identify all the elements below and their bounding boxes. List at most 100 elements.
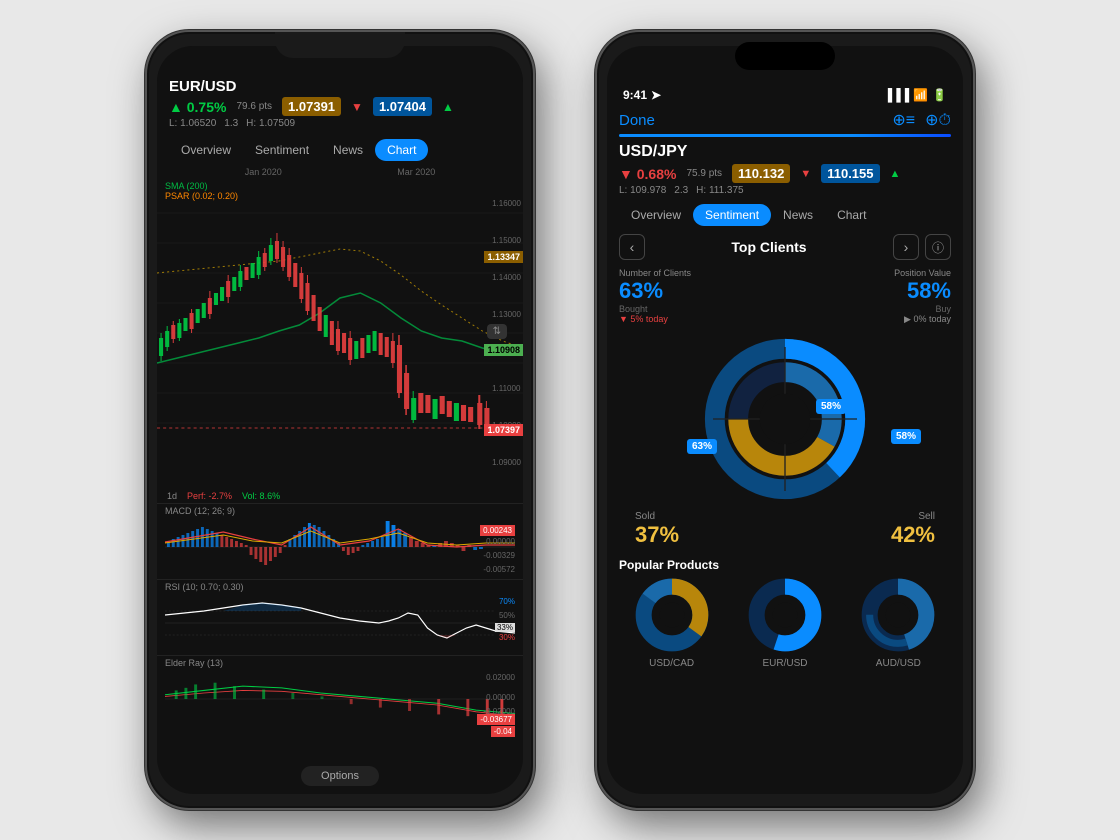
- elder-val2: -0.04: [491, 726, 515, 737]
- p2-spread: 2.3: [674, 185, 688, 196]
- rsi-30: 30%: [499, 633, 515, 642]
- p2-high: H: 111.375: [696, 185, 743, 196]
- rsi-50: 50%: [499, 611, 515, 620]
- sold-pct: 37%: [635, 522, 679, 548]
- p1-macd: MACD (12; 26; 9): [157, 503, 523, 579]
- options-button[interactable]: Options: [301, 766, 379, 786]
- p2-ask-price: 110.155: [821, 164, 879, 183]
- p1-chart-dates: Jan 2020 Mar 2020: [157, 165, 523, 179]
- nav-next-button[interactable]: ›: [893, 234, 919, 260]
- rsi-title: RSI (10; 0.70; 0.30): [165, 582, 515, 592]
- popular-item-1[interactable]: EUR/USD: [746, 576, 824, 669]
- p1-ticker: EUR/USD: [169, 78, 511, 95]
- price-tag-red: 1.07397: [484, 424, 523, 436]
- p2-time: 9:41: [623, 88, 647, 102]
- tab-p2-overview[interactable]: Overview: [619, 204, 693, 226]
- popular-donut-1: [746, 576, 824, 654]
- p2-top-bar: Done ⊕≡ ⊕⏱: [607, 106, 963, 134]
- p2-donut-section: Number of Clients 63% Bought ▼ 5% today …: [607, 264, 963, 552]
- p1-pts: 79.6 pts: [236, 101, 272, 112]
- tab-news[interactable]: News: [321, 139, 375, 161]
- macd-zero: 0.00000: [486, 537, 515, 546]
- rsi-70: 70%: [499, 597, 515, 606]
- chart-date-1: Jan 2020: [245, 167, 282, 177]
- tab-overview[interactable]: Overview: [169, 139, 243, 161]
- donut-label-63: 63%: [687, 439, 717, 454]
- tab-p2-sentiment[interactable]: Sentiment: [693, 204, 771, 226]
- phone-2-content: 9:41 ➤ ▐▐▐ 📶 🔋 Done ⊕≡ ⊕⏱: [607, 46, 963, 794]
- list-add-icon[interactable]: ⊕≡: [892, 110, 915, 130]
- macd-neg1: -0.00329: [483, 551, 515, 560]
- donut-label-58-outer: 58%: [891, 429, 921, 444]
- signal-icon: ▐▐▐: [884, 88, 910, 102]
- p1-perf: Perf: -2.7%: [187, 491, 232, 501]
- p2-sentiment-nav: ‹ Top Clients › ⓘ: [607, 230, 963, 264]
- bought-sublabel: Bought: [619, 304, 691, 314]
- battery-icon: 🔋: [932, 88, 947, 102]
- location-icon: ➤: [651, 88, 661, 102]
- phone-1-content: EUR/USD ▲ 0.75% 79.6 pts 1.07391 ▼ 1.074…: [157, 46, 523, 794]
- popular-donut-0: [633, 576, 711, 654]
- p2-status-icons: ▐▐▐ 📶 🔋: [884, 88, 947, 102]
- phone-1-screen: EUR/USD ▲ 0.75% 79.6 pts 1.07391 ▼ 1.074…: [157, 46, 523, 794]
- p2-sell-group: Sell 42%: [891, 511, 935, 548]
- p2-status-time-group: 9:41 ➤: [623, 88, 661, 102]
- price-tag-gold: 1.13347: [484, 251, 523, 263]
- p2-price-row: ▼ 0.68% 75.9 pts 110.132 ▼ 110.155 ▲: [619, 164, 951, 183]
- done-button[interactable]: Done: [619, 112, 655, 129]
- popular-label-2: AUD/USD: [876, 658, 921, 669]
- rsi-chart: 70% 50% 33% 30%: [165, 593, 515, 653]
- p1-chart-labels: SMA (200) PSAR (0.02; 0.20): [165, 181, 238, 201]
- buy-pct: 58%: [894, 278, 951, 304]
- p1-period-row: 1d Perf: -2.7% Vol: 8.6%: [157, 489, 523, 503]
- wifi-icon: 📶: [913, 88, 928, 102]
- p2-bottom-stats: Sold 37% Sell 42%: [619, 511, 951, 548]
- donut-label-58-inner: 58%: [816, 399, 846, 414]
- p1-rsi: RSI (10; 0.70; 0.30): [157, 579, 523, 655]
- macd-svg: [165, 517, 515, 577]
- psar-label: PSAR (0.02; 0.20): [165, 191, 238, 201]
- sell-label: Sell: [891, 511, 935, 522]
- tab-p2-news[interactable]: News: [771, 204, 825, 226]
- p2-stat-position: Position Value 58% Buy ▶ 0% today: [894, 268, 951, 325]
- clock-add-icon[interactable]: ⊕⏱: [925, 110, 951, 130]
- macd-chart: 0.00243 0.00000 -0.00329 -0.00572: [165, 517, 515, 577]
- sell-pct: 42%: [891, 522, 935, 548]
- tab-sentiment[interactable]: Sentiment: [243, 139, 321, 161]
- elder-chart: 0.02000 0.00000 -0.02000 -0.03677 -0.04: [165, 669, 515, 739]
- p1-spread: 1.3: [224, 118, 238, 129]
- nav-info-button[interactable]: ⓘ: [925, 234, 951, 260]
- p1-low: L: 1.06520: [169, 118, 216, 129]
- nav-title: Top Clients: [651, 239, 887, 255]
- p1-chart-area[interactable]: SMA (200) PSAR (0.02; 0.20) 1.16000 1.15…: [157, 179, 523, 489]
- macd-value: 0.00243: [480, 525, 515, 536]
- bought-pct: 63%: [619, 278, 691, 304]
- price-tag-green: 1.10908: [484, 344, 523, 356]
- bought-change: ▼ 5% today: [619, 314, 691, 324]
- macd-neg2: -0.00572: [483, 565, 515, 574]
- popular-donut-2: [859, 576, 937, 654]
- chart-divider[interactable]: ⇅: [487, 324, 507, 339]
- p2-header: USD/JPY ▼ 0.68% 75.9 pts 110.132 ▼ 110.1…: [607, 137, 963, 200]
- p2-popular-row: USD/CAD EUR/USD: [607, 576, 963, 669]
- tab-chart[interactable]: Chart: [375, 139, 428, 161]
- tab-p2-chart[interactable]: Chart: [825, 204, 878, 226]
- p2-ticker: USD/JPY: [619, 143, 951, 161]
- p1-ask-price: 1.07404: [373, 97, 432, 116]
- p1-period: 1d: [167, 491, 177, 501]
- popular-item-2[interactable]: AUD/USD: [859, 576, 937, 669]
- p2-bid-price: 110.132: [732, 164, 790, 183]
- sold-label: Sold: [635, 511, 679, 522]
- p2-popular-title: Popular Products: [607, 552, 963, 576]
- p1-high: H: 1.07509: [246, 118, 295, 129]
- p1-bottom-bar: Options: [157, 766, 523, 786]
- rsi-33: 33%: [495, 623, 515, 632]
- macd-title: MACD (12; 26; 9): [165, 506, 515, 516]
- p2-pts: 75.9 pts: [686, 168, 722, 179]
- candlestick-chart: [157, 183, 523, 433]
- pos-value-label: Position Value: [894, 268, 951, 278]
- num-clients-label: Number of Clients: [619, 268, 691, 278]
- nav-prev-button[interactable]: ‹: [619, 234, 645, 260]
- popular-item-0[interactable]: USD/CAD: [633, 576, 711, 669]
- buy-change: ▶ 0% today: [894, 314, 951, 325]
